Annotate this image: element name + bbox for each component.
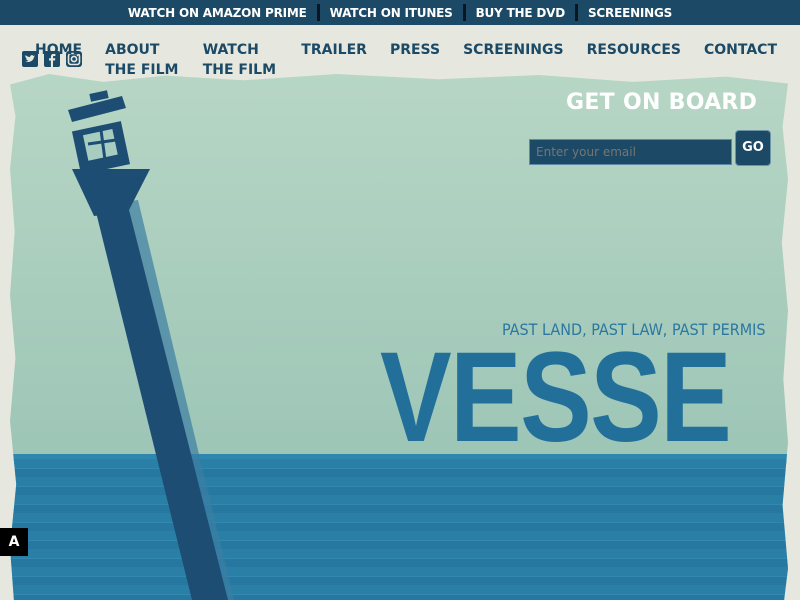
watch-amazon-link[interactable]: WATCH ON AMAZON PRIME xyxy=(118,5,317,21)
nav-about-the-film[interactable]: ABOUT THE FILM xyxy=(105,40,180,80)
nav-trailer[interactable]: TRAILER xyxy=(301,40,367,80)
nav-home[interactable]: HOME xyxy=(35,40,82,80)
top-screenings-link[interactable]: SCREENINGS xyxy=(578,5,682,21)
top-bar: WATCH ON AMAZON PRIME WATCH ON ITUNES BU… xyxy=(0,0,800,25)
nav-resources[interactable]: RESOURCES xyxy=(587,40,681,80)
film-title: VESSE xyxy=(380,326,732,469)
main-nav: HOME ABOUT THE FILM WATCH THE FILM TRAIL… xyxy=(35,40,800,80)
watch-itunes-link[interactable]: WATCH ON ITUNES xyxy=(320,5,463,21)
nav-watch-the-film[interactable]: WATCH THE FILM xyxy=(203,40,279,80)
nav-screenings[interactable]: SCREENINGS xyxy=(463,40,563,80)
signup-title: GET ON BOARD xyxy=(566,90,758,115)
lighthouse-mast-illustration xyxy=(68,90,234,600)
go-button[interactable]: GO xyxy=(735,130,771,166)
email-input[interactable] xyxy=(529,139,732,165)
buy-dvd-link[interactable]: BUY THE DVD xyxy=(466,5,575,21)
nav-contact[interactable]: CONTACT xyxy=(704,40,777,80)
nav-press[interactable]: PRESS xyxy=(390,40,440,80)
accessibility-button[interactable]: A xyxy=(0,528,28,556)
